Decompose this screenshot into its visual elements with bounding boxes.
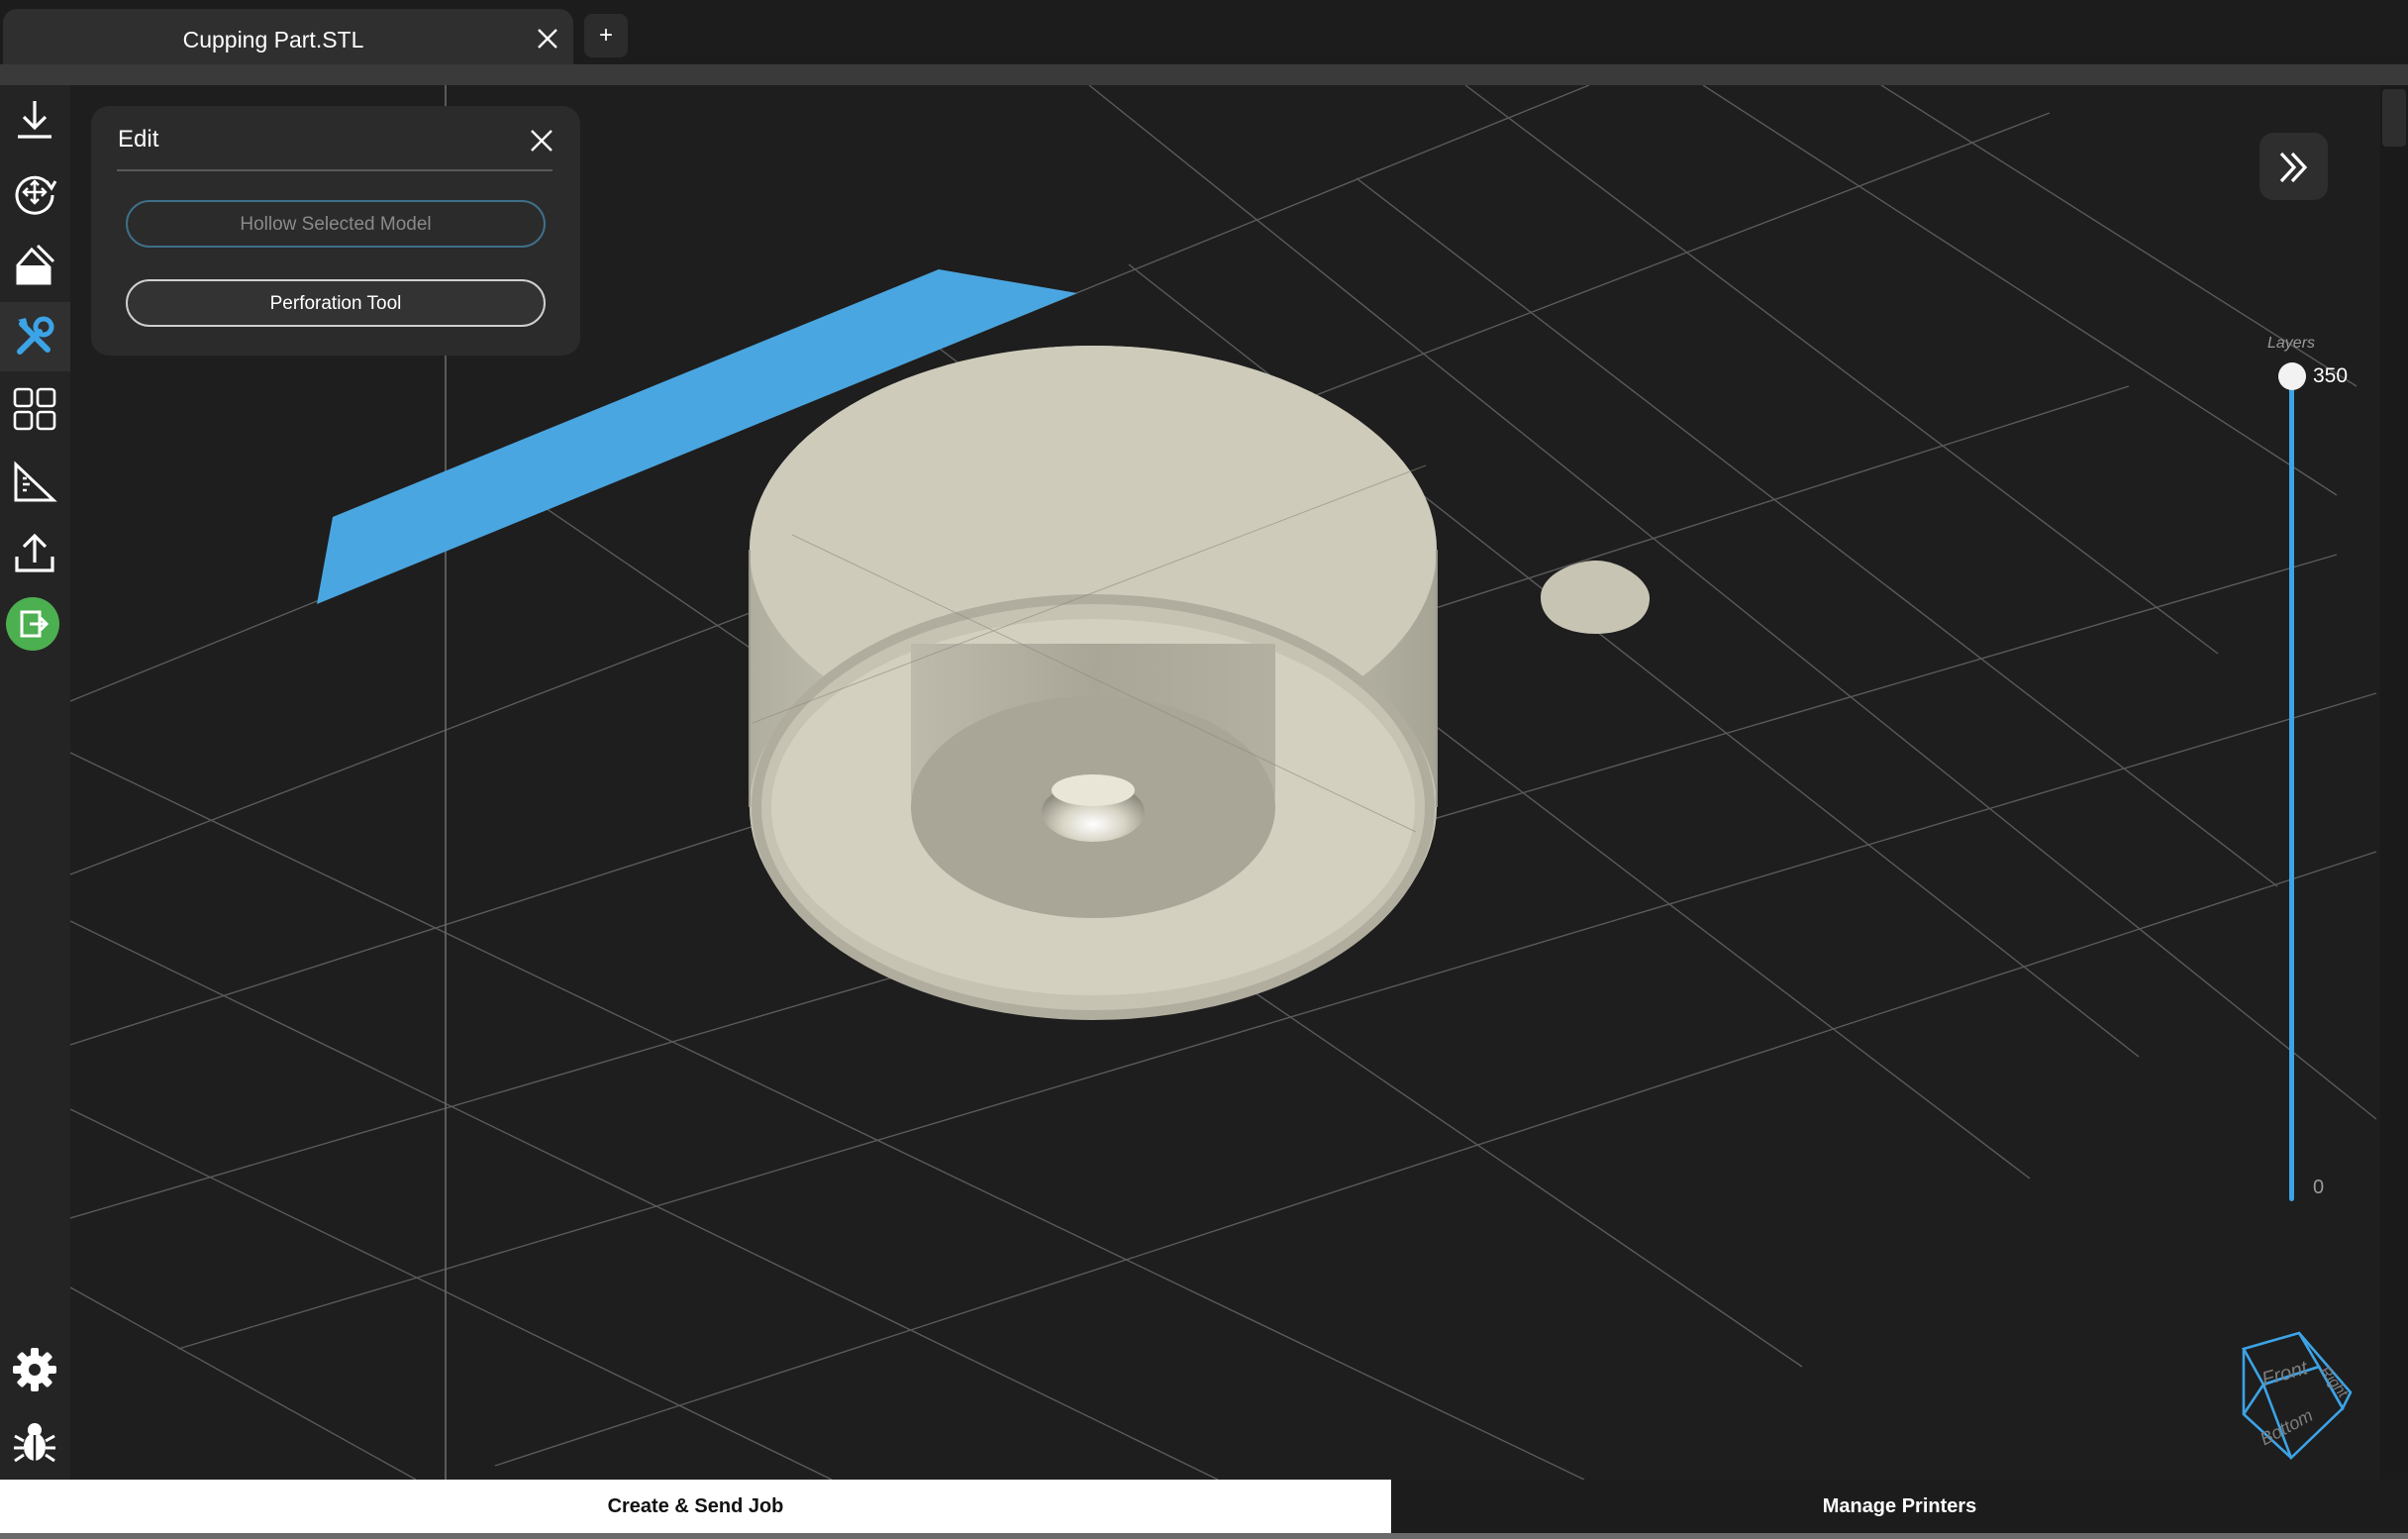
wrench-icon [17,316,54,355]
new-tab-button[interactable]: + [584,14,628,57]
small-model[interactable] [1541,561,1650,634]
layers-label: Layers [2267,335,2316,352]
sidebar [0,85,70,1480]
scrollbar-thumb[interactable] [2382,89,2406,147]
upload-icon [15,533,54,572]
divider [117,169,552,171]
bug-icon [14,1423,55,1463]
sidebar-item-import[interactable] [0,85,70,154]
sidebar-item-arrange[interactable] [0,374,70,444]
tab-strip [0,64,2408,85]
perforation-tool-button[interactable]: Perforation Tool [126,279,546,327]
bottom-edge [0,1533,2408,1539]
view-cube[interactable]: Front Right Bottom [2240,1331,2360,1464]
hollow-selected-model-button[interactable]: Hollow Selected Model [126,200,546,248]
chevron-double-right-icon [2279,152,2308,183]
scrollbar-track [2380,85,2408,1480]
move-rotate-icon [15,175,57,215]
sidebar-item-debug[interactable] [0,1407,70,1477]
close-icon[interactable] [534,25,561,52]
ruler-triangle-icon [14,461,57,502]
manage-printers-button[interactable]: Manage Printers [1391,1480,2408,1533]
edit-panel: Edit Hollow Selected Model Perforation T… [91,106,580,356]
tab-cupping-part[interactable]: Cupping Part.STL [3,9,573,64]
sidebar-item-exit[interactable] [0,591,70,661]
sidebar-item-measure[interactable] [0,447,70,516]
paint-icon [16,244,55,285]
cupping-part-model[interactable] [749,346,1438,1020]
bottom-bar: Create & Send Job Manage Printers [0,1480,2408,1539]
tab-bar: Cupping Part.STL + [0,0,2408,64]
sidebar-item-supports[interactable] [0,230,70,299]
tab-title: Cupping Part.STL [182,27,364,52]
view-cube-front[interactable]: Front [2259,1357,2311,1390]
sidebar-item-settings[interactable] [0,1335,70,1404]
expand-panel-button[interactable] [2259,133,2328,200]
gear-icon [13,1348,56,1391]
create-send-job-button[interactable]: Create & Send Job [0,1480,1391,1533]
exit-icon [6,597,59,651]
sidebar-item-edit[interactable] [0,302,70,371]
grid-icon [13,387,56,431]
layers-slider-track[interactable] [2289,376,2294,1201]
layers-slider-handle[interactable] [2278,362,2306,390]
download-icon [18,101,51,139]
sidebar-item-export[interactable] [0,519,70,588]
view-cube-right[interactable]: Right [2316,1364,2351,1402]
layers-min-value: 0 [2313,1177,2325,1198]
sidebar-item-transform[interactable] [0,157,70,227]
edit-panel-title: Edit [118,126,159,153]
layers-max-value: 350 [2313,364,2349,387]
close-icon[interactable] [527,126,556,155]
